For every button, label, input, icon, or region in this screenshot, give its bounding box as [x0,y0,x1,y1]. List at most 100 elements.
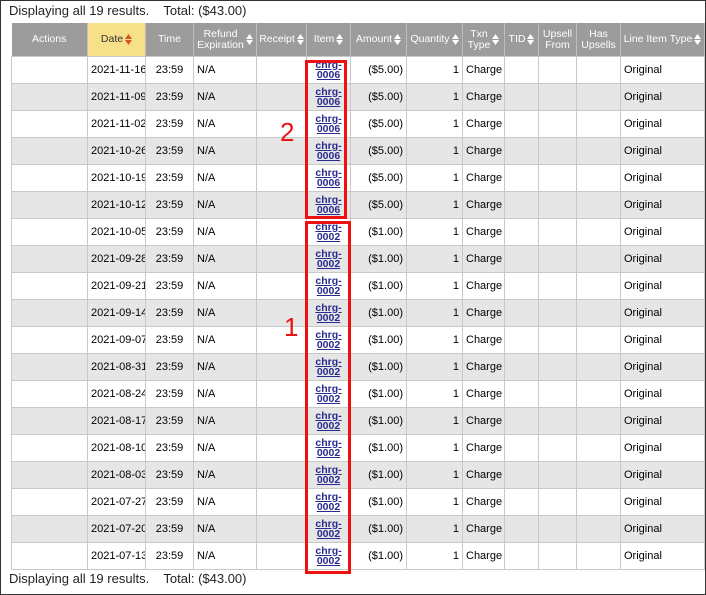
quantity-cell: 1 [406,83,463,111]
item-link[interactable]: chrg- 0002 [315,302,341,323]
line-item-type-cell: Original [620,299,705,327]
upsell-from-cell [538,164,577,192]
table-row: 2021-09-07 23:59 N/A chrg- 0002 ($1.00) 1 Char… [11,326,705,354]
item-cell: chrg- 0002 [306,245,351,273]
item-link[interactable]: chrg- 0006 [315,113,341,134]
quantity-cell: 1 [406,299,463,327]
refund-expiration-cell: N/A [193,326,257,354]
receipt-cell [256,515,307,543]
receipt-cell [256,83,307,111]
column-header-item[interactable]: Item [306,23,351,57]
actions-cell [11,407,88,435]
item-link[interactable]: chrg- 0002 [315,410,341,431]
item-link[interactable]: chrg- 0006 [315,59,341,80]
line-item-type-cell: Original [620,326,705,354]
column-header-refund-expiration[interactable]: Refund Expiration [193,23,257,57]
date-cell: 2021-08-17 [87,407,146,435]
column-header-label: Upsell From [542,27,573,51]
item-link[interactable]: chrg- 0006 [315,167,341,188]
column-header-date[interactable]: Date [87,23,146,57]
item-link[interactable]: chrg- 0002 [315,221,341,242]
column-header-label: Actions [32,32,67,45]
quantity-cell: 1 [406,272,463,300]
sort-arrows-icon[interactable] [451,33,459,45]
txn-type-cell: Charge [462,218,505,246]
has-upsells-cell [576,515,621,543]
sort-arrows-icon[interactable] [245,34,253,45]
has-upsells-cell [576,137,621,165]
tid-cell [504,83,539,111]
table-row: 2021-08-31 23:59 N/A chrg- 0002 ($1.00) 1 Char… [11,353,705,381]
has-upsells-cell [576,353,621,381]
item-cell: chrg- 0002 [306,326,351,354]
item-link[interactable]: chrg- 0002 [315,356,341,377]
has-upsells-cell [576,461,621,489]
table-row: 2021-07-13 23:59 N/A chrg- 0002 ($1.00) 1 Char… [11,542,705,570]
column-header-quantity[interactable]: Quantity [406,23,463,57]
amount-cell: ($1.00) [350,461,407,489]
amount-cell: ($1.00) [350,488,407,516]
item-link[interactable]: chrg- 0002 [315,275,341,296]
item-link[interactable]: chrg- 0006 [315,86,341,107]
item-cell: chrg- 0006 [306,191,351,219]
item-link[interactable]: chrg- 0006 [315,194,341,215]
item-link[interactable]: chrg- 0002 [315,329,341,350]
amount-cell: ($1.00) [350,407,407,435]
quantity-cell: 1 [406,434,463,462]
column-header-tid[interactable]: TID [504,23,539,57]
has-upsells-cell [576,434,621,462]
actions-cell [11,137,88,165]
item-link[interactable]: chrg- 0006 [315,140,341,161]
quantity-cell: 1 [406,326,463,354]
receipt-cell [256,407,307,435]
quantity-cell: 1 [406,515,463,543]
upsell-from-cell [538,272,577,300]
sort-arrows-icon[interactable] [125,33,133,45]
amount-cell: ($5.00) [350,137,407,165]
quantity-cell: 1 [406,245,463,273]
item-link[interactable]: chrg- 0002 [315,518,341,539]
item-link[interactable]: chrg- 0002 [315,437,341,458]
sort-arrows-icon[interactable] [394,33,402,45]
item-link[interactable]: chrg- 0002 [315,464,341,485]
tid-cell [504,245,539,273]
has-upsells-cell [576,218,621,246]
upsell-from-cell [538,137,577,165]
annotation-label-1: 1 [284,312,299,342]
column-header-label: Amount [355,32,393,45]
upsell-from-cell [538,488,577,516]
has-upsells-cell [576,191,621,219]
refund-expiration-cell: N/A [193,299,257,327]
column-header-line-item-type[interactable]: Line Item Type [620,23,705,57]
amount-cell: ($1.00) [350,542,407,570]
has-upsells-cell [576,407,621,435]
sort-arrows-icon[interactable] [492,34,500,45]
txn-type-cell: Charge [462,272,505,300]
actions-cell [11,542,88,570]
has-upsells-cell [576,488,621,516]
item-link[interactable]: chrg- 0002 [315,545,341,566]
item-link[interactable]: chrg- 0002 [315,491,341,512]
date-cell: 2021-09-21 [87,272,146,300]
item-link[interactable]: chrg- 0002 [315,383,341,404]
sort-arrows-icon[interactable] [336,33,344,45]
item-cell: chrg- 0002 [306,218,351,246]
column-header-amount[interactable]: Amount [350,23,407,57]
receipt-cell [256,191,307,219]
column-header-txn-type[interactable]: Txn Type [462,23,505,57]
sort-arrows-icon[interactable] [694,33,702,45]
sort-arrows-icon[interactable] [296,33,304,45]
line-item-type-cell: Original [620,272,705,300]
quantity-cell: 1 [406,164,463,192]
refund-expiration-cell: N/A [193,488,257,516]
refund-expiration-cell: N/A [193,164,257,192]
line-item-type-cell: Original [620,380,705,408]
item-link[interactable]: chrg- 0002 [315,248,341,269]
item-cell: chrg- 0002 [306,515,351,543]
sort-arrows-icon[interactable] [527,33,535,45]
amount-cell: ($1.00) [350,380,407,408]
column-header-receipt[interactable]: Receipt [256,23,307,57]
results-summary-bottom: Displaying all 19 results. Total: ($43.0… [9,571,247,586]
time-cell: 23:59 [145,407,194,435]
upsell-from-cell [538,407,577,435]
